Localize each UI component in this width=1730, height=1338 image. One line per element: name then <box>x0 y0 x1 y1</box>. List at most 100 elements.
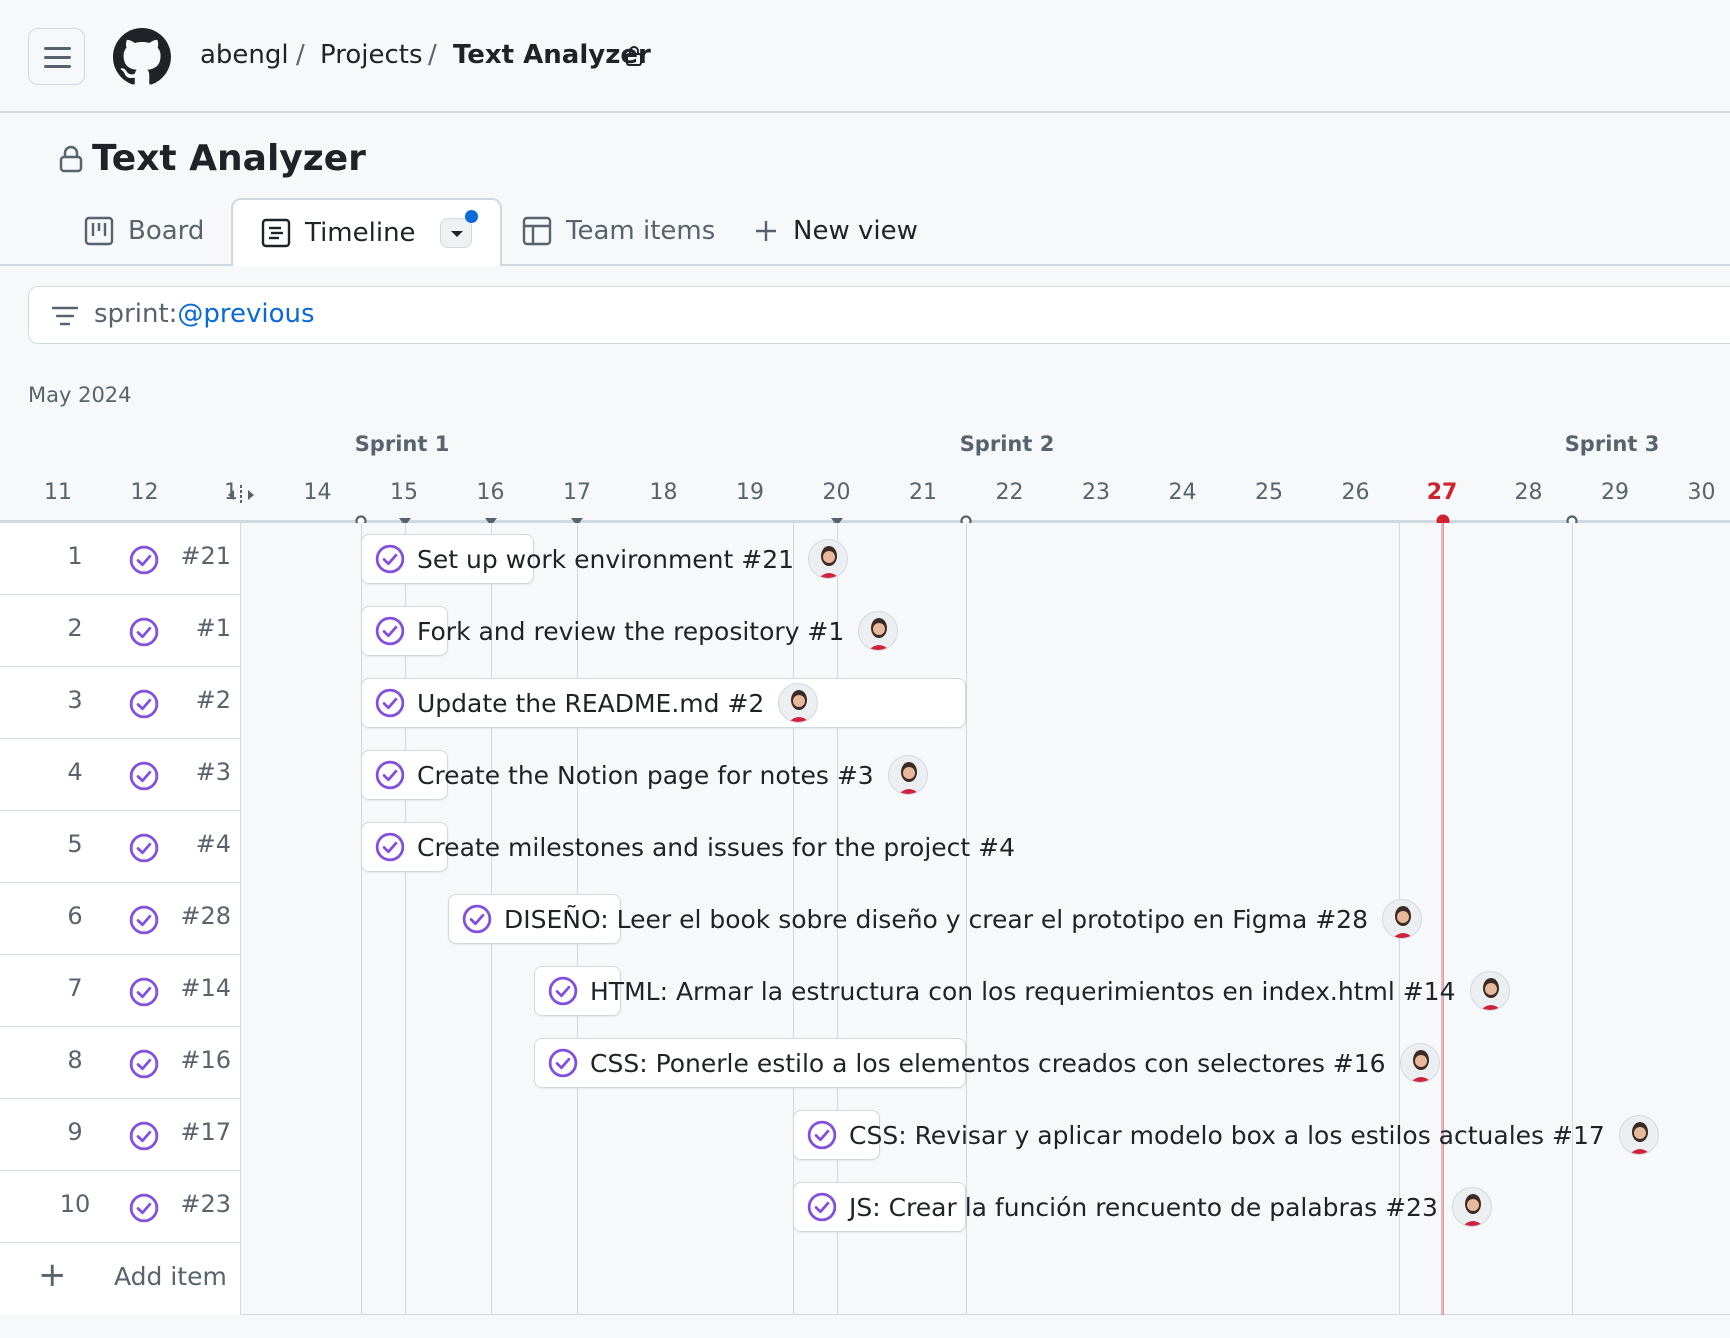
issue-status <box>129 761 159 795</box>
timeline-item[interactable]: CSS: Revisar y aplicar modelo box a los … <box>807 1099 1659 1171</box>
day-label: 29 <box>1601 480 1629 505</box>
issue-number[interactable]: #16 <box>180 1046 231 1074</box>
timeline-item[interactable]: JS: Crear la función rencuento de palabr… <box>807 1171 1492 1243</box>
item-title[interactable]: CSS: Revisar y aplicar modelo box a los … <box>849 1121 1605 1150</box>
issue-status <box>129 833 159 867</box>
add-item-button[interactable]: + Add item <box>0 1243 241 1315</box>
assignee-avatar[interactable] <box>858 611 899 651</box>
issue-number[interactable]: #21 <box>180 542 231 570</box>
day-label: 14 <box>303 480 332 505</box>
issue-number[interactable]: #1 <box>196 614 231 642</box>
issue-number[interactable]: #17 <box>180 1118 231 1146</box>
plus-icon <box>756 221 776 241</box>
breadcrumb-project[interactable]: Text Analyzer <box>453 40 651 70</box>
issue-closed-icon <box>129 833 159 863</box>
row-number: 3 <box>67 686 83 714</box>
assignee-avatar[interactable] <box>1618 1115 1659 1155</box>
new-view-button[interactable]: New view <box>753 198 918 264</box>
item-title[interactable]: HTML: Armar la estructura con los requer… <box>590 977 1456 1006</box>
timeline-item[interactable]: Fork and review the repository #1 <box>375 595 899 667</box>
tab-team-items[interactable]: Team items <box>522 198 715 264</box>
view-options-button[interactable] <box>439 210 478 248</box>
item-title[interactable]: Set up work environment #21 <box>417 545 794 574</box>
breadcrumb-projects[interactable]: Projects <box>320 40 423 70</box>
table-row[interactable]: 9 #17 <box>0 1099 241 1171</box>
new-view-label: New view <box>793 216 918 246</box>
today-label: 27 <box>1426 480 1458 505</box>
issue-status <box>129 545 159 579</box>
day-label: 21 <box>909 480 937 505</box>
day-label: 16 <box>476 480 505 505</box>
timeline-item[interactable]: HTML: Armar la estructura con los requer… <box>548 955 1510 1027</box>
breadcrumb-owner[interactable]: abengl <box>200 40 289 70</box>
issue-number[interactable]: #4 <box>196 830 231 858</box>
timeline-item[interactable]: Create the Notion page for notes #3 <box>375 739 928 811</box>
view-tabs: Board Timeline Team items New view <box>0 198 1730 266</box>
filter-query: sprint:@previous <box>94 299 315 329</box>
timeline-item[interactable]: Update the README.md #2 <box>375 667 819 739</box>
top-bar: abengl / Projects / Text Analyzer <box>0 0 1730 113</box>
filter-prefix: sprint: <box>94 299 178 329</box>
assignee-avatar[interactable] <box>778 683 819 723</box>
item-title[interactable]: Create milestones and issues for the pro… <box>417 833 1015 862</box>
table-row[interactable]: 8 #16 <box>0 1027 241 1099</box>
assignee-avatar[interactable] <box>1469 971 1510 1011</box>
row-number: 4 <box>67 758 83 786</box>
item-title[interactable]: Update the README.md #2 <box>417 689 764 718</box>
day-label: 26 <box>1341 480 1370 505</box>
issue-number[interactable]: #2 <box>196 686 231 714</box>
item-title[interactable]: Create the Notion page for notes #3 <box>417 761 874 790</box>
day-label: 28 <box>1514 480 1543 505</box>
assignee-avatar[interactable] <box>1381 899 1422 939</box>
table-row[interactable]: 7 #14 <box>0 955 241 1027</box>
timeline-item[interactable]: Create milestones and issues for the pro… <box>375 811 1015 883</box>
issue-number[interactable]: #23 <box>180 1190 231 1218</box>
github-logo-icon[interactable] <box>113 28 171 86</box>
hamburger-icon-line <box>44 56 71 59</box>
resize-handle-icon[interactable] <box>226 484 256 506</box>
tab-timeline[interactable]: Timeline <box>231 198 502 266</box>
tab-board[interactable]: Board <box>84 198 204 264</box>
assignee-avatar[interactable] <box>1451 1187 1492 1227</box>
table-row[interactable]: 3 #2 <box>0 667 241 739</box>
issue-closed-icon <box>129 761 159 791</box>
row-number: 5 <box>67 830 83 858</box>
item-title[interactable]: DISEÑO: Leer el book sobre diseño y crea… <box>504 905 1368 934</box>
day-label: 17 <box>563 480 591 505</box>
hamburger-icon-line <box>44 65 71 68</box>
menu-button[interactable] <box>28 28 85 85</box>
timeline-item[interactable]: Set up work environment #21 <box>375 523 849 595</box>
table-row[interactable]: 5 #4 <box>0 811 241 883</box>
timeline-body: 1 #21 2 #1 3 #2 4 #3 5 #4 6 #28 7 #14 8 #16 9 #17 10 #23 + … <box>0 523 1730 1315</box>
breadcrumb-separator: / <box>428 40 437 70</box>
day-label: 12 <box>130 480 159 505</box>
issue-closed-icon <box>548 1048 578 1078</box>
issue-status <box>129 689 159 723</box>
assignee-avatar[interactable] <box>808 539 849 579</box>
timeline-item[interactable]: CSS: Ponerle estilo a los elementos crea… <box>548 1027 1440 1099</box>
table-row[interactable]: 6 #28 <box>0 883 241 955</box>
item-title[interactable]: Fork and review the repository #1 <box>417 617 844 646</box>
table-row[interactable]: 4 #3 <box>0 739 241 811</box>
issue-closed-icon <box>129 1121 159 1151</box>
row-number: 1 <box>67 542 83 570</box>
assignee-avatar[interactable] <box>887 755 928 795</box>
chevron-down-icon <box>450 231 463 237</box>
table-row[interactable]: 2 #1 <box>0 595 241 667</box>
item-title[interactable]: JS: Crear la función rencuento de palabr… <box>849 1193 1438 1222</box>
issue-closed-icon <box>129 617 159 647</box>
timeline-item[interactable]: DISEÑO: Leer el book sobre diseño y crea… <box>462 883 1422 955</box>
table-row[interactable]: 1 #21 <box>0 523 241 595</box>
issue-number[interactable]: #3 <box>196 758 231 786</box>
filter-input[interactable]: sprint:@previous <box>28 286 1730 344</box>
item-title[interactable]: CSS: Ponerle estilo a los elementos crea… <box>590 1049 1386 1078</box>
issue-closed-icon <box>129 689 159 719</box>
page-title: Text Analyzer <box>92 138 366 179</box>
assignee-avatar[interactable] <box>1399 1043 1440 1083</box>
table-row[interactable]: 10 #23 <box>0 1171 241 1243</box>
issue-number[interactable]: #14 <box>180 974 231 1002</box>
issue-status <box>129 1121 159 1155</box>
issue-number[interactable]: #28 <box>180 902 231 930</box>
month-label: May 2024 <box>28 383 132 407</box>
day-label: 15 <box>390 480 418 505</box>
